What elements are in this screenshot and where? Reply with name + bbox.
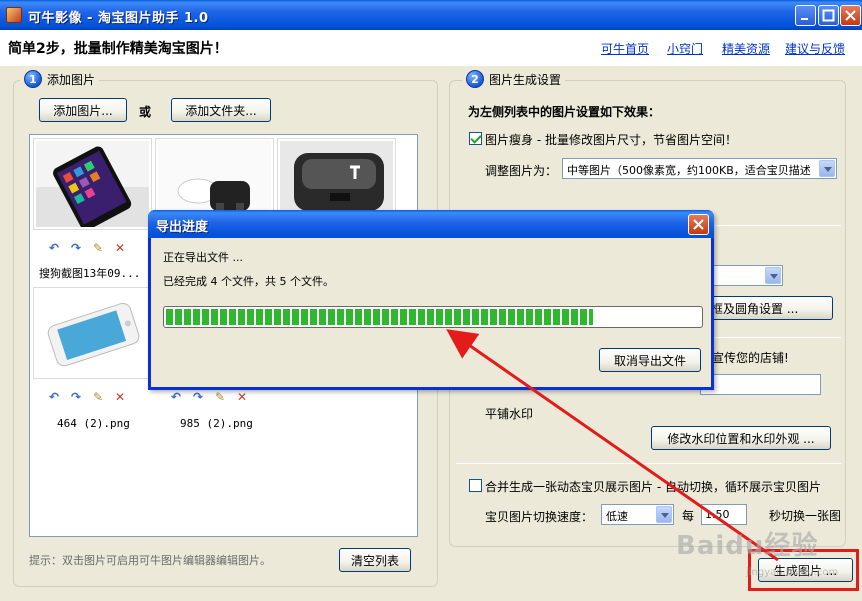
baidu-watermark: Baidu经验	[676, 531, 819, 561]
baidu-watermark-url: jingyan.baidu.com	[746, 567, 839, 578]
annotation-arrow	[446, 329, 779, 562]
